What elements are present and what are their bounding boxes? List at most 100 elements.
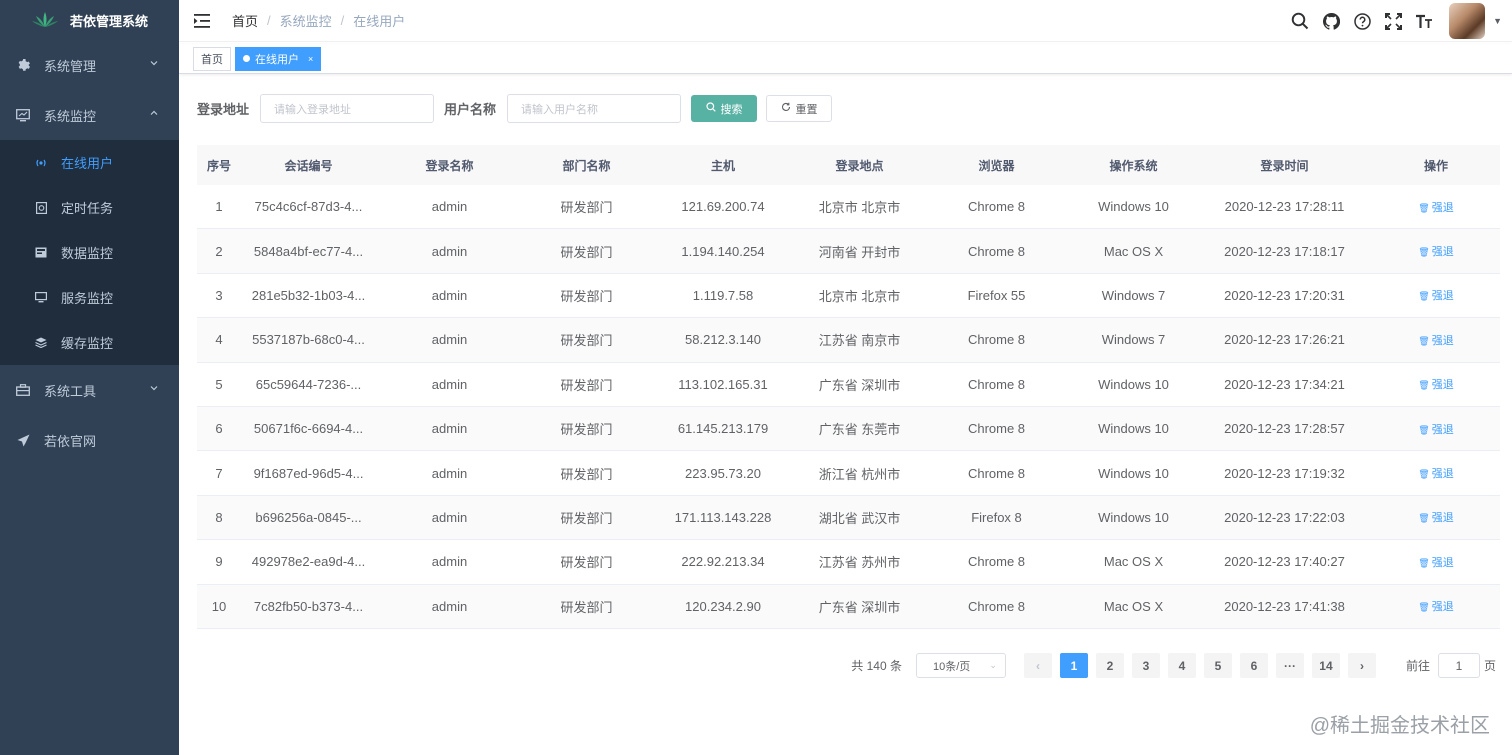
page-ellipsis-button[interactable]: ··· [1275, 653, 1304, 678]
force-logout-label: 强退 [1431, 556, 1454, 569]
ip-input[interactable]: 请输入登录地址 [260, 94, 435, 123]
table-body: 1 75c4c6cf-87d3-4... admin 研发部门 121.69.200.7… [197, 185, 1500, 629]
next-page-button[interactable]: › [1347, 653, 1376, 678]
table-cell: Chrome 8 [967, 554, 1026, 570]
table-cell: 🗑 强退 [1372, 274, 1500, 317]
prev-page-button[interactable]: ‹ [1023, 653, 1052, 678]
table-row: 6 50671f6c-6694-4... admin 研发部门 61.145.213.1… [197, 406, 1500, 452]
breadcrumb-home[interactable]: 首页 [232, 11, 258, 30]
table-cell: Windows 7 [1101, 287, 1166, 303]
caret-down-icon[interactable]: ▼ [1493, 16, 1502, 26]
goto-page-input[interactable]: 1 [1437, 653, 1480, 678]
hamburger-icon[interactable] [194, 13, 212, 29]
table-cell: admin [431, 421, 468, 437]
page-number-button[interactable]: 5 [1203, 653, 1232, 678]
table-row: 9 492978e2-ea9d-4... admin 研发部门 222.92.213.3… [197, 540, 1500, 585]
fullscreen-icon[interactable] [1383, 11, 1403, 31]
active-dot-icon [243, 55, 250, 62]
table-cell: 研发部门 [560, 288, 613, 304]
table-cell: 🗑 强退 [1372, 451, 1500, 494]
search-button[interactable]: 搜索 [691, 95, 758, 122]
sidebar-item-system[interactable]: 系统管理 [0, 40, 179, 90]
force-logout-button[interactable]: 🗑 强退 [1418, 287, 1453, 303]
force-logout-button[interactable]: 🗑 强退 [1418, 554, 1453, 570]
table-cell: 4 [215, 332, 223, 348]
app-logo[interactable]: 若依管理系统 [0, 0, 179, 40]
force-logout-button[interactable]: 🗑 强退 [1418, 376, 1453, 392]
sidebar-item-jobs[interactable]: 定时任务 [0, 185, 179, 230]
force-logout-label: 强退 [1431, 246, 1454, 259]
app-title: 若依管理系统 [70, 13, 149, 29]
table-cell: 江苏省 南京市 [818, 333, 901, 349]
sidebar-item-tools[interactable]: 系统工具 [0, 365, 179, 415]
column-header: 会话编号 [284, 158, 333, 173]
table-cell: 5 [215, 376, 223, 392]
username-input[interactable]: 请输入用户名称 [507, 94, 682, 123]
table-cell: 5848a4bf-ec77-4... [253, 243, 364, 259]
table-cell: 2020-12-23 17:40:27 [1224, 554, 1345, 570]
breadcrumb: 首页 / 系统监控 / 在线用户 [232, 11, 405, 30]
table-cell: Chrome 8 [967, 421, 1026, 437]
sidebar-item-monitor[interactable]: 系统监控 [0, 90, 179, 140]
table-cell: 2 [215, 243, 223, 259]
search-button-label: 搜索 [720, 103, 743, 116]
table-cell: 湖北省 武汉市 [818, 510, 901, 526]
page-number-button[interactable]: 4 [1167, 653, 1196, 678]
page-number-button[interactable]: 2 [1095, 653, 1124, 678]
table-cell: 222.92.213.34 [681, 554, 765, 570]
force-logout-button[interactable]: 🗑 强退 [1418, 509, 1453, 525]
table-cell: 🗑 强退 [1372, 585, 1500, 628]
page-number-button[interactable]: 14 [1311, 653, 1340, 678]
page-number-button[interactable]: 1 [1059, 653, 1088, 678]
sidebar-item-label: 服务监控 [61, 291, 114, 306]
page-size-select[interactable]: 10条/页 ⌄ [915, 653, 1006, 678]
table-cell: Chrome 8 [967, 199, 1026, 215]
table-cell: 🗑 强退 [1372, 496, 1500, 539]
table-cell: 研发部门 [560, 200, 613, 216]
trash-icon: 🗑 [1418, 469, 1430, 480]
trash-icon: 🗑 [1418, 247, 1430, 258]
sidebar-item-online-users[interactable]: 在线用户 [0, 140, 179, 185]
table-cell: Chrome 8 [967, 598, 1026, 614]
force-logout-button[interactable]: 🗑 强退 [1418, 465, 1453, 481]
table-row: 10 7c82fb50-b373-4... admin 研发部门 120.234.2.9… [197, 584, 1500, 629]
sidebar-item-data-monitor[interactable]: 数据监控 [0, 230, 179, 275]
navbar-tools: ▼ [1290, 0, 1512, 42]
column-header: 操作 [1423, 158, 1448, 173]
column-header: 部门名称 [562, 158, 611, 173]
force-logout-button[interactable]: 🗑 强退 [1418, 243, 1453, 259]
github-icon[interactable] [1321, 11, 1341, 31]
question-icon[interactable] [1352, 11, 1372, 31]
force-logout-button[interactable]: 🗑 强退 [1418, 199, 1453, 215]
table-cell: admin [431, 243, 468, 259]
sidebar-item-cache-monitor[interactable]: 缓存监控 [0, 320, 179, 365]
monitor-icon [16, 108, 30, 122]
page-number-button[interactable]: 6 [1239, 653, 1268, 678]
search-form: 登录地址 请输入登录地址 用户名称 请输入用户名称 搜索 重置 [197, 94, 833, 123]
table-cell: 1.119.7.58 [692, 287, 754, 303]
cache-icon [35, 337, 47, 349]
table-cell: 江苏省 苏州市 [818, 555, 901, 571]
table-cell: 10 [211, 598, 227, 614]
force-logout-button[interactable]: 🗑 强退 [1418, 421, 1453, 437]
tag-home[interactable]: 首页 [193, 46, 231, 71]
force-logout-button[interactable]: 🗑 强退 [1418, 332, 1453, 348]
force-logout-button[interactable]: 🗑 强退 [1418, 598, 1453, 614]
reset-button[interactable]: 重置 [766, 95, 833, 122]
chevron-down-icon [150, 61, 158, 66]
force-logout-label: 强退 [1431, 379, 1454, 392]
tag-online-users[interactable]: 在线用户 × [235, 46, 322, 71]
page-number-button[interactable]: 3 [1131, 653, 1160, 678]
sidebar-item-official-site[interactable]: 若依官网 [0, 415, 179, 465]
username-placeholder: 请输入用户名称 [521, 103, 599, 116]
table-cell: 河南省 开封市 [818, 244, 901, 260]
force-logout-label: 强退 [1431, 512, 1454, 525]
avatar[interactable] [1449, 3, 1486, 39]
close-icon[interactable]: × [308, 54, 313, 64]
sidebar-item-server-monitor[interactable]: 服务监控 [0, 275, 179, 320]
table-cell: admin [431, 287, 468, 303]
search-icon[interactable] [1290, 11, 1310, 31]
font-size-icon[interactable] [1414, 11, 1434, 31]
table-cell: Chrome 8 [967, 243, 1026, 259]
table-cell: 2020-12-23 17:18:17 [1224, 243, 1345, 259]
